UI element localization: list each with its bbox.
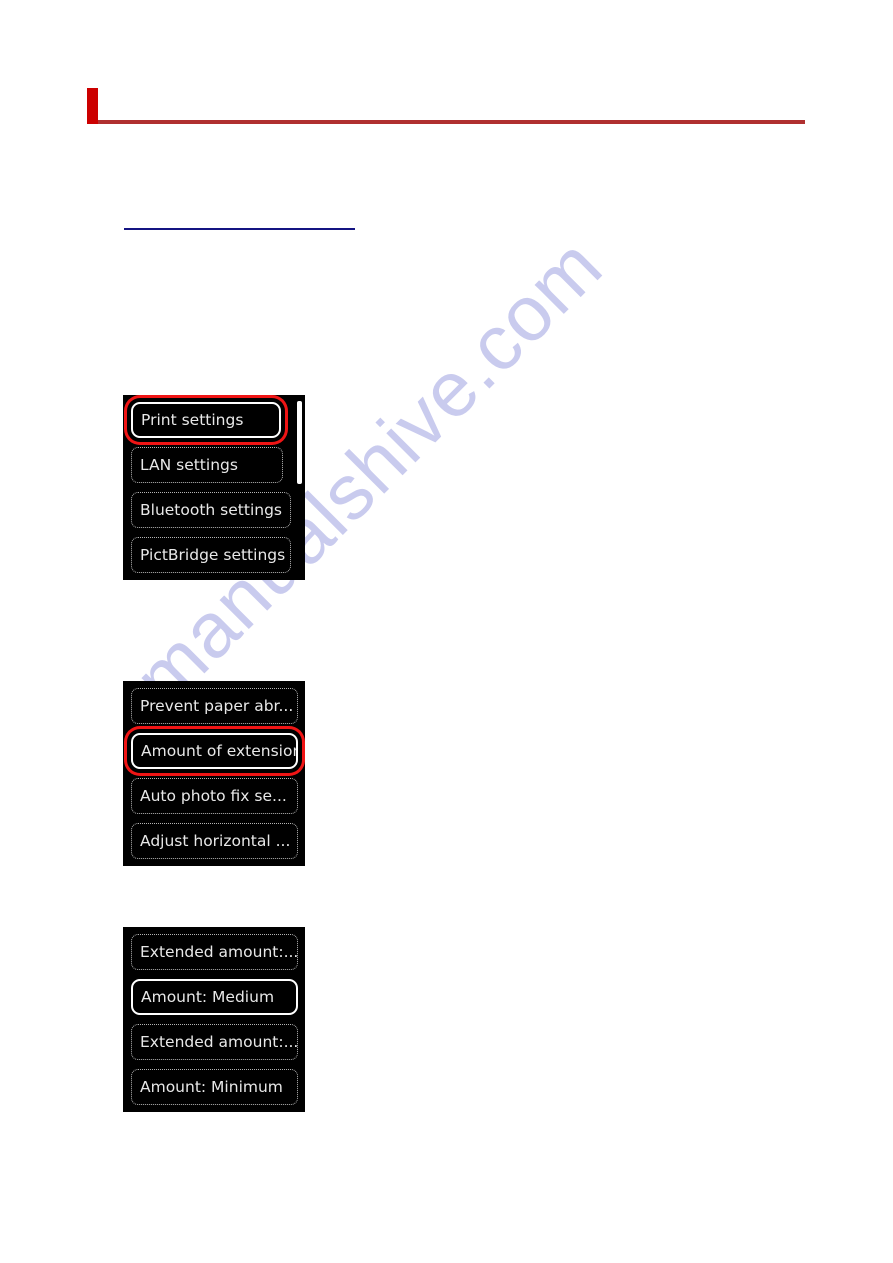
- lcd-menu-list: Print settings LAN settings Bluetooth se…: [123, 395, 305, 580]
- header-accent-bar: [87, 88, 98, 124]
- lcd-menu-item-selected[interactable]: Print settings: [131, 402, 281, 438]
- lcd-menu-list: Extended amount:... Amount: Medium Exten…: [123, 927, 305, 1112]
- lcd-scrollbar-track[interactable]: [297, 401, 302, 574]
- lcd-menu-item[interactable]: Adjust horizontal ...: [131, 823, 298, 859]
- lcd-menu-item[interactable]: Auto photo fix se...: [131, 778, 298, 814]
- lcd-menu-item[interactable]: Prevent paper abr...: [131, 688, 298, 724]
- lcd-screen-print-settings-menu: Prevent paper abr... Amount of extension…: [123, 681, 305, 866]
- lcd-menu-item[interactable]: Amount: Minimum: [131, 1069, 298, 1105]
- lcd-menu-item[interactable]: Extended amount:...: [131, 1024, 298, 1060]
- lcd-screen-amount-of-extension-menu: Extended amount:... Amount: Medium Exten…: [123, 927, 305, 1112]
- lcd-scrollbar-thumb[interactable]: [297, 401, 302, 484]
- header-horizontal-rule: [87, 120, 805, 124]
- lcd-menu-item[interactable]: PictBridge settings: [131, 537, 291, 573]
- lcd-screen-setup-menu: Print settings LAN settings Bluetooth se…: [123, 395, 305, 580]
- lcd-menu-item-selected[interactable]: Amount: Medium: [131, 979, 298, 1015]
- related-topic-link[interactable]: [124, 210, 355, 230]
- lcd-menu-list: Prevent paper abr... Amount of extension…: [123, 681, 305, 866]
- lcd-menu-item-selected[interactable]: Amount of extension: [131, 733, 298, 769]
- lcd-menu-item[interactable]: Extended amount:...: [131, 934, 298, 970]
- lcd-menu-item[interactable]: LAN settings: [131, 447, 283, 483]
- lcd-menu-item[interactable]: Bluetooth settings: [131, 492, 291, 528]
- related-topic-link-underline: [124, 228, 355, 230]
